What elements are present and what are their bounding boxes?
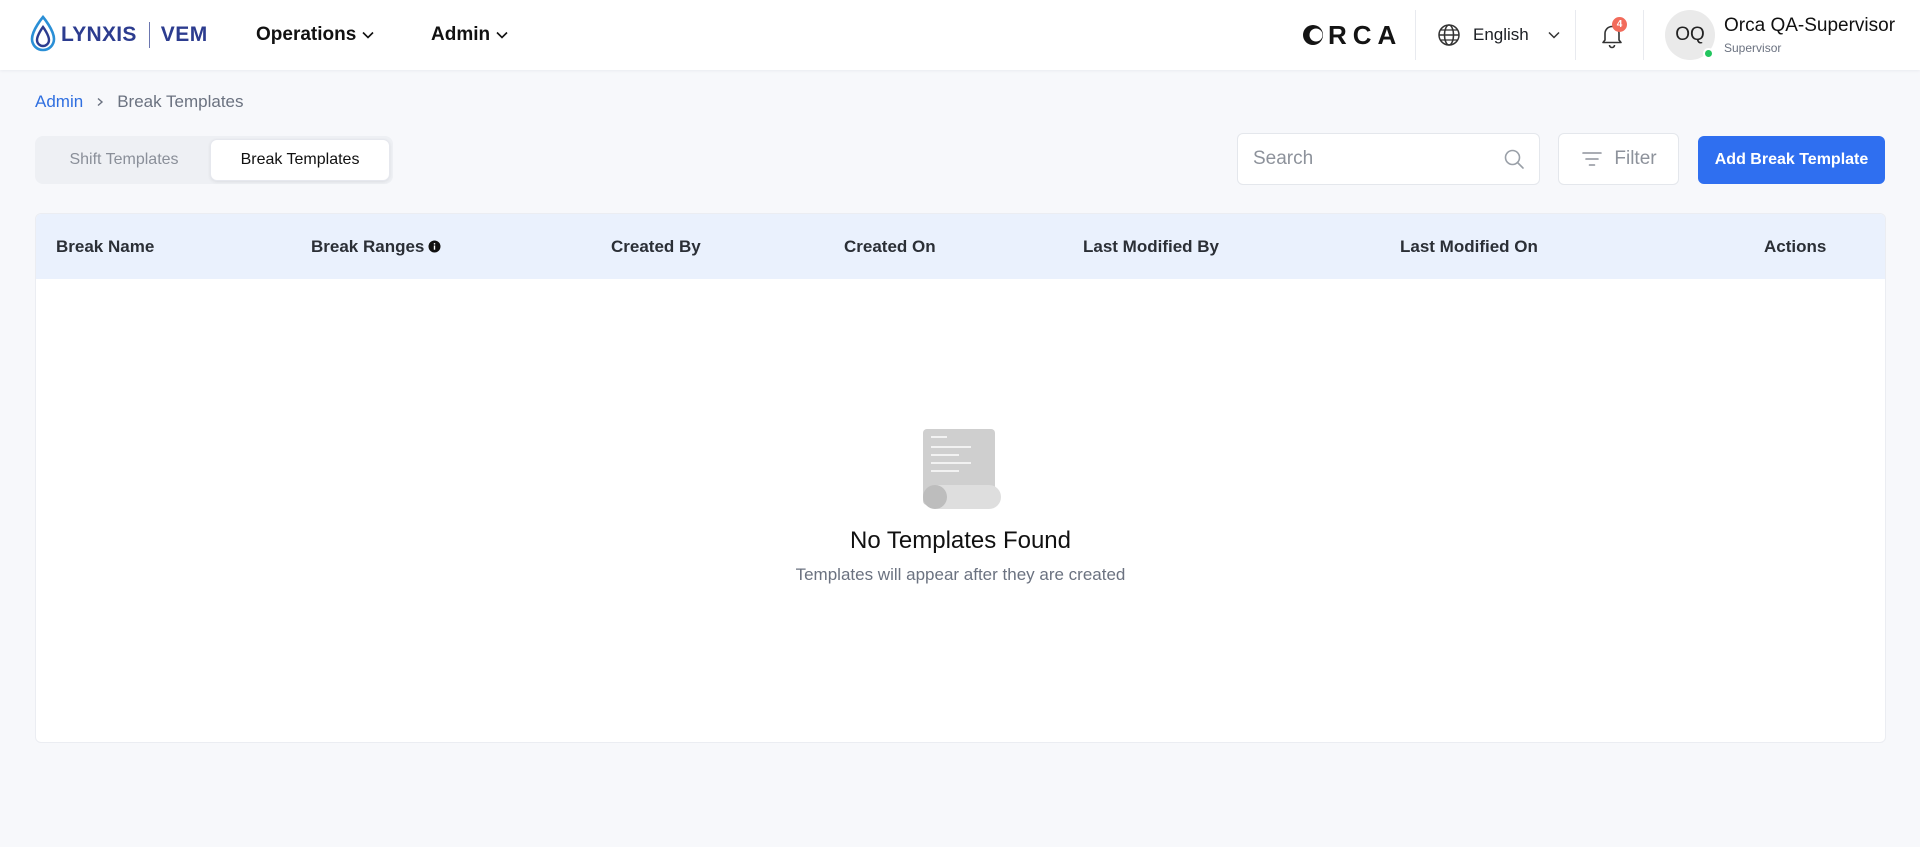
- user-role: Supervisor: [1724, 41, 1782, 55]
- logo-text: LYNXIS: [61, 23, 137, 46]
- app-logo[interactable]: LYNXIS VEM: [28, 15, 208, 55]
- logo-subtitle: VEM: [160, 23, 208, 46]
- tab-break-templates[interactable]: Break Templates: [210, 139, 390, 181]
- filter-button[interactable]: Filter: [1558, 133, 1679, 185]
- filter-label: Filter: [1614, 148, 1657, 169]
- language-selector[interactable]: English: [1437, 0, 1561, 70]
- column-header-created-by[interactable]: Created By: [611, 214, 701, 279]
- avatar[interactable]: OQ: [1665, 10, 1715, 60]
- breadcrumb: Admin Break Templates: [35, 92, 244, 112]
- break-templates-table: Break Name Break Ranges Created By Creat…: [35, 213, 1886, 743]
- empty-state: No Templates Found Templates will appear…: [36, 427, 1885, 585]
- column-header-break-name[interactable]: Break Name: [56, 214, 154, 279]
- column-header-label: Break Ranges: [311, 236, 425, 256]
- user-name[interactable]: Orca QA-Supervisor: [1724, 15, 1895, 37]
- water-drop-icon: [30, 15, 56, 52]
- template-type-tabs: Shift Templates Break Templates: [35, 136, 393, 184]
- document-scroll-icon: [922, 429, 1001, 509]
- column-header-label: Created On: [844, 236, 936, 256]
- notifications-button[interactable]: 4: [1598, 17, 1627, 49]
- column-header-label: Actions: [1764, 236, 1827, 256]
- column-header-actions: Actions: [1764, 214, 1826, 279]
- column-header-last-modified-on[interactable]: Last Modified On: [1400, 214, 1538, 279]
- column-header-break-ranges[interactable]: Break Ranges: [311, 214, 441, 279]
- column-header-label: Break Name: [56, 236, 155, 256]
- globe-icon: [1438, 24, 1460, 46]
- chevron-down-icon: [1548, 31, 1560, 39]
- breadcrumb-current: Break Templates: [117, 92, 244, 111]
- avatar-initials: OQ: [1675, 24, 1705, 45]
- chevron-right-icon: [97, 97, 104, 107]
- add-break-template-button[interactable]: Add Break Template: [1698, 136, 1885, 184]
- nav-menu-label: Admin: [431, 24, 491, 45]
- search-box: [1237, 133, 1540, 185]
- column-header-label: Last Modified By: [1083, 236, 1220, 256]
- search-input[interactable]: [1253, 148, 1503, 170]
- column-header-last-modified-by[interactable]: Last Modified By: [1083, 214, 1219, 279]
- chevron-down-icon: [362, 31, 374, 39]
- orca-logo-text: RCA: [1328, 19, 1403, 50]
- tab-shift-templates[interactable]: Shift Templates: [38, 139, 210, 181]
- orca-mark-icon: [1303, 25, 1323, 45]
- chevron-down-icon: [496, 31, 508, 39]
- column-header-label: Last Modified On: [1400, 236, 1538, 256]
- column-header-created-on[interactable]: Created On: [844, 214, 936, 279]
- search-icon[interactable]: [1503, 148, 1525, 170]
- header-divider: [1643, 10, 1644, 60]
- header-divider: [1575, 10, 1576, 60]
- online-status-dot: [1703, 48, 1714, 59]
- orca-logo: RCA: [1301, 19, 1403, 50]
- language-label: English: [1473, 25, 1529, 44]
- logo-divider: [148, 22, 150, 48]
- top-navigation-bar: LYNXIS VEM Operations Admin RCA English: [0, 0, 1920, 70]
- nav-menu-label: Operations: [256, 24, 357, 45]
- header-divider: [1415, 10, 1416, 60]
- info-icon[interactable]: [428, 240, 441, 253]
- nav-menu-admin[interactable]: Admin: [431, 0, 509, 70]
- empty-state-subtitle: Templates will appear after they are cre…: [795, 565, 1126, 584]
- filter-icon: [1582, 152, 1603, 166]
- table-header-row: Break Name Break Ranges Created By Creat…: [36, 214, 1885, 279]
- notification-count-badge: 4: [1612, 17, 1627, 32]
- column-header-label: Created By: [611, 236, 701, 256]
- nav-menu-operations[interactable]: Operations: [256, 0, 375, 70]
- empty-state-title: No Templates Found: [849, 527, 1071, 554]
- breadcrumb-admin-link[interactable]: Admin: [35, 92, 83, 112]
